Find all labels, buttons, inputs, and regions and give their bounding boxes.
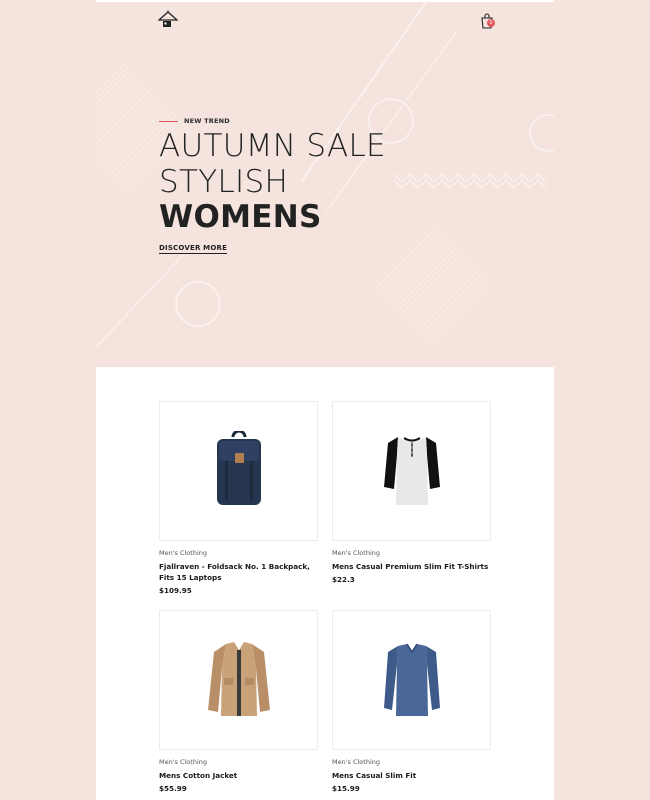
slim-fit-shirt-image [383,643,440,716]
product-title[interactable]: Fjallraven - Foldsack No. 1 Backpack, Fi… [159,561,318,583]
discover-more-link[interactable]: DISCOVER MORE [159,244,228,254]
product-title[interactable]: Mens Cotton Jacket [159,770,318,781]
product-price: $22.3 [332,575,355,584]
page: 0 NEW TREND AUTUMN SALE STYLISH WOMENS D… [96,0,554,800]
raglan-tshirt-image [383,437,440,505]
cotton-jacket-image [207,642,270,716]
product-category: Men's Clothing [332,549,381,557]
backpack-image [216,431,261,505]
product-category: Men's Clothing [159,549,208,557]
logo-icon[interactable] [158,10,178,28]
cart-count-badge: 0 [487,19,495,27]
product-category: Men's Clothing [332,758,381,766]
product-image[interactable] [332,610,491,750]
hero-heading-line3: WOMENS [159,199,322,235]
product-image[interactable] [159,401,318,541]
product-grid: Men's Clothing Fjallraven - Foldsack No.… [96,367,554,800]
hero-tagline: NEW TREND [159,117,230,125]
product-image[interactable] [159,610,318,750]
product-price: $15.99 [332,784,360,793]
product-price: $55.99 [159,784,187,793]
product-category: Men's Clothing [159,758,208,766]
product-price: $109.95 [159,586,192,595]
hero-banner: 0 NEW TREND AUTUMN SALE STYLISH WOMENS D… [96,2,554,367]
tagline-text: NEW TREND [184,117,230,125]
hero-heading-line2: STYLISH [159,164,289,200]
product-image[interactable] [332,401,491,541]
product-card[interactable]: Men's Clothing Fjallraven - Foldsack No.… [159,401,318,595]
product-title[interactable]: Mens Casual Premium Slim Fit T-Shirts [332,561,491,572]
product-card[interactable]: Men's Clothing Mens Casual Slim Fit $15.… [332,610,491,793]
product-card[interactable]: Men's Clothing Mens Casual Premium Slim … [332,401,491,584]
tagline-accent-line [159,120,178,122]
hero-heading-line1: AUTUMN SALE [159,128,386,164]
product-card[interactable]: Men's Clothing Mens Cotton Jacket $55.99 [159,610,318,793]
product-title[interactable]: Mens Casual Slim Fit [332,770,491,781]
